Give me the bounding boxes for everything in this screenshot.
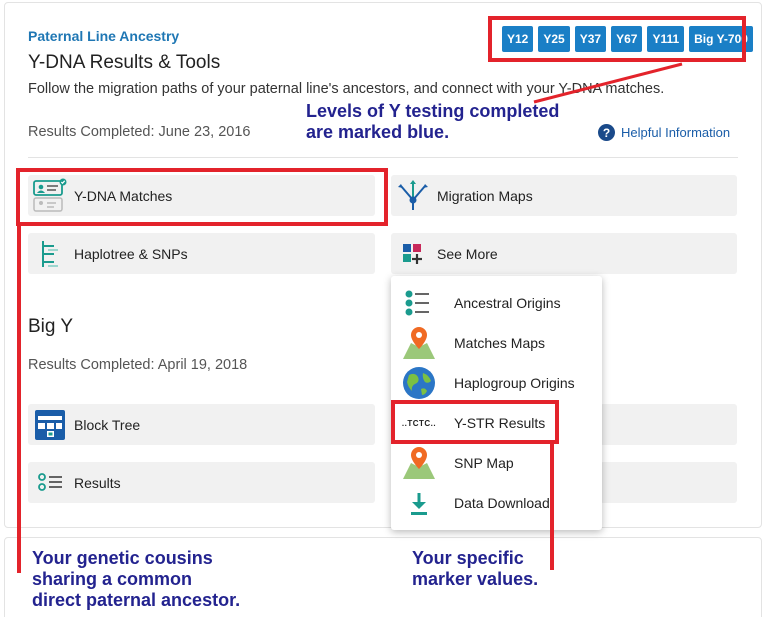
annotation-line: are marked blue. [306,122,450,142]
download-icon [401,485,437,521]
menu-item-ancestral-origins[interactable]: Ancestral Origins [391,283,602,323]
annotation-line: direct paternal ancestor. [32,590,241,610]
menu-item-label: Haplogroup Origins [454,375,575,391]
migration-maps-label: Migration Maps [437,187,533,204]
block-tree-label: Block Tree [74,416,141,433]
annotation-line: Your specific [412,548,524,568]
levels-highlight-box [488,16,746,62]
matches-pointer-line [17,226,21,573]
big-y-title: Big Y [28,316,74,337]
menu-item-matches-maps[interactable]: Matches Maps [391,323,602,363]
see-more-button[interactable]: See More [391,233,737,274]
menu-item-snp-map[interactable]: SNP Map [391,443,602,483]
haplotree-icon [32,236,68,272]
globe-icon [401,365,437,401]
annotation-line: Levels of Y testing completed [306,101,560,121]
hidden-tool-button[interactable] [600,462,737,503]
matches-annotation: Your genetic cousins sharing a common di… [32,548,240,611]
checklist-icon [401,285,437,321]
results-completed-date: Results Completed: June 23, 2016 [28,124,251,140]
annotation-line: Your genetic cousins [32,548,213,568]
block-tree-icon [32,407,68,443]
haplotree-snps-button[interactable]: Haplotree & SNPs [28,233,375,274]
results-label: Results [74,474,121,491]
haplotree-snps-label: Haplotree & SNPs [74,245,188,262]
ydna-matches-highlight-box [16,168,388,226]
migration-maps-button[interactable]: Migration Maps [391,175,737,216]
section-label: Paternal Line Ancestry [28,28,180,44]
hidden-tool-button[interactable] [600,404,737,445]
helpful-information-label: Helpful Information [621,125,731,140]
str-pointer-line [550,444,554,570]
menu-item-label: SNP Map [454,455,514,471]
menu-item-label: Matches Maps [454,335,546,351]
menu-item-label: Data Download [454,495,550,511]
block-tree-button[interactable]: Block Tree [28,404,375,445]
see-more-label: See More [437,245,498,262]
helpful-information-link[interactable]: ? Helpful Information [598,124,730,141]
divider [28,157,738,158]
results-list-icon [32,465,68,501]
menu-item-data-download[interactable]: Data Download [391,483,602,523]
help-icon: ? [598,124,615,141]
menu-item-haplogroup-origins[interactable]: Haplogroup Origins [391,363,602,403]
migration-icon [395,178,431,214]
big-y-results-button[interactable]: Results [28,462,375,503]
levels-annotation: Levels of Y testing completed are marked… [306,101,559,143]
annotation-line: sharing a common [32,569,193,589]
annotation-line: marker values. [412,569,539,589]
big-y-results-date: Results Completed: April 19, 2018 [28,357,248,373]
map-pin-icon [401,325,437,361]
menu-item-label: Ancestral Origins [454,295,561,311]
y-str-highlight-box [391,400,559,444]
page-title: Y-DNA Results & Tools [28,52,221,73]
str-annotation: Your specific marker values. [412,548,538,590]
see-more-icon [395,236,431,272]
map-pin-icon [401,445,437,481]
